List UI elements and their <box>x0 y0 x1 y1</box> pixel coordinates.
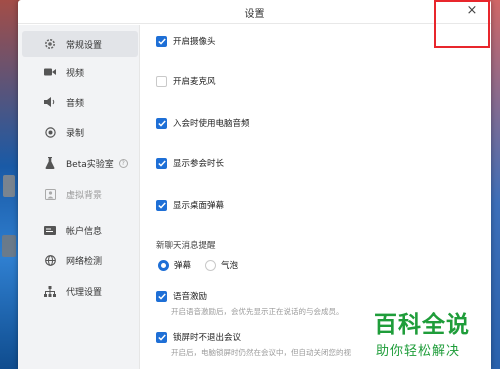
option-camera[interactable]: 开启摄像头 <box>156 35 216 47</box>
lock-screen-checkbox[interactable] <box>156 331 167 343</box>
sidebar-item-account-info[interactable]: 帐户信息 <box>22 217 138 243</box>
mic-label: 开启麦克风 <box>173 77 216 87</box>
computer-audio-label: 入会时使用电脑音频 <box>173 119 250 129</box>
voice-excite-checkbox[interactable] <box>156 290 167 302</box>
chat-reminder-radio-group: 弹幕 气泡 <box>158 259 252 271</box>
sidebar-item-beta-lab[interactable]: Beta实验室 ? <box>22 150 138 176</box>
camera-label: 开启摄像头 <box>173 37 216 47</box>
sidebar-item-label: 帐户信息 <box>66 226 103 237</box>
sidebar-item-label: 录制 <box>66 128 85 139</box>
option-show-duration[interactable]: 显示参会时长 <box>156 157 224 169</box>
id-card-icon <box>43 223 57 237</box>
settings-sidebar: 常规设置 视频 音频 录制 Beta实验室 ? 虚拟背景 帐户信息 网络检测 代… <box>18 25 140 369</box>
sidebar-item-label: 虚拟背景 <box>66 190 103 201</box>
title-bar: 设置 × <box>18 0 491 24</box>
mic-checkbox[interactable] <box>156 75 167 87</box>
wallpaper-left <box>0 0 20 369</box>
sidebar-item-general[interactable]: 常规设置 <box>22 31 138 57</box>
speaker-icon <box>43 95 57 109</box>
sidebar-item-audio[interactable]: 音频 <box>22 89 138 115</box>
globe-icon <box>43 253 57 267</box>
watermark-title: 百科全说 <box>374 312 470 338</box>
watermark-logo: 百科全说 助你轻松解决 <box>374 305 492 369</box>
danmaku-radio-label: 弹幕 <box>174 261 192 271</box>
computer-audio-checkbox[interactable] <box>156 117 167 129</box>
show-duration-label: 显示参会时长 <box>173 159 225 169</box>
sidebar-item-network-check[interactable]: 网络检测 <box>22 247 138 273</box>
sidebar-item-virtual-background[interactable]: 虚拟背景 <box>22 181 138 207</box>
person-background-icon <box>43 187 57 201</box>
desktop-danmaku-checkbox[interactable] <box>156 199 167 211</box>
show-duration-checkbox[interactable] <box>156 157 167 169</box>
option-mic[interactable]: 开启麦克风 <box>156 75 216 87</box>
sidebar-item-label: 音频 <box>66 98 85 109</box>
option-desktop-danmaku[interactable]: 显示桌面弹幕 <box>156 199 224 211</box>
camera-checkbox[interactable] <box>156 35 167 47</box>
sidebar-item-label: 视频 <box>66 68 85 79</box>
flask-icon <box>43 156 57 170</box>
sidebar-item-label: 代理设置 <box>66 287 103 298</box>
window-title: 设置 <box>244 9 265 20</box>
lock-screen-label: 锁屏时不退出会议 <box>173 333 242 343</box>
option-voice-excite[interactable]: 语音激励 <box>156 290 207 302</box>
chat-reminder-title: 新聊天消息提醒 <box>156 241 216 251</box>
watermark-subtitle: 助你轻松解决 <box>376 344 461 359</box>
voice-excite-label: 语音激励 <box>173 292 208 302</box>
sidebar-item-label: Beta实验室 <box>66 159 114 170</box>
option-lock-screen[interactable]: 锁屏时不退出会议 <box>156 331 241 343</box>
lock-screen-description: 开启后，电脑锁屏时仍然在会议中，但自动关闭您的视 <box>171 348 351 357</box>
gear-icon <box>43 37 57 51</box>
voice-excite-description: 开启语音激励后，会优先显示正在说话的与会成员。 <box>171 307 344 316</box>
sidebar-item-video[interactable]: 视频 <box>22 59 138 85</box>
danmaku-radio[interactable] <box>158 259 169 271</box>
sidebar-item-recording[interactable]: 录制 <box>22 119 138 145</box>
desktop-danmaku-label: 显示桌面弹幕 <box>173 201 225 211</box>
help-icon[interactable]: ? <box>118 158 128 168</box>
option-computer-audio[interactable]: 入会时使用电脑音频 <box>156 117 250 129</box>
bubble-radio[interactable] <box>205 259 217 271</box>
sidebar-item-label: 网络检测 <box>66 256 103 267</box>
record-icon <box>43 125 57 139</box>
sidebar-item-proxy-settings[interactable]: 代理设置 <box>22 278 138 304</box>
network-tree-icon <box>43 284 57 298</box>
bubble-radio-label: 气泡 <box>221 261 239 271</box>
sidebar-item-label: 常规设置 <box>66 40 103 51</box>
video-camera-icon <box>43 65 57 79</box>
